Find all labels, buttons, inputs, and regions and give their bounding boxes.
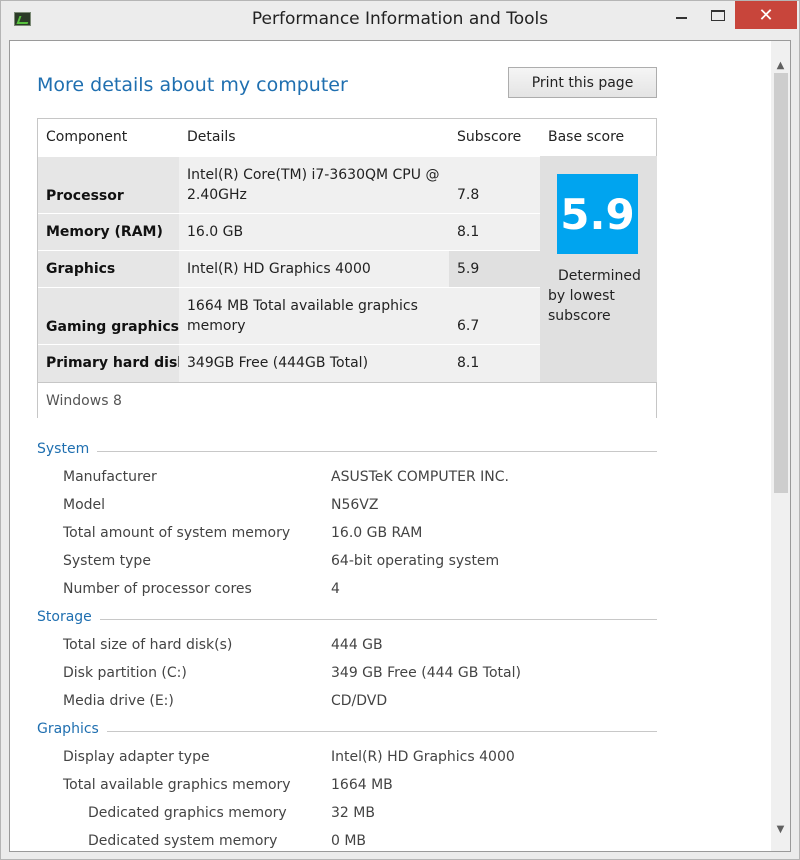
header-details: Details	[187, 129, 236, 145]
close-button[interactable]: ✕	[735, 1, 797, 29]
title-bar[interactable]: Performance Information and Tools ✕	[1, 1, 799, 39]
info-label: System type	[63, 553, 151, 569]
details-line: 2.40GHz	[187, 187, 247, 203]
component-name: Graphics	[46, 261, 116, 277]
score-table: Component Details Subscore Base score Pr…	[37, 118, 657, 418]
header-base-score: Base score	[548, 129, 625, 145]
component-name: Gaming graphics	[46, 319, 179, 335]
component-details: 16.0 GB	[179, 214, 449, 250]
content-pane: More details about my computer Print thi…	[9, 40, 791, 852]
scroll-up-arrow-icon[interactable]: ▲	[771, 55, 790, 75]
base-score-note: Determined by lowest subscore	[548, 266, 648, 326]
note-line: by lowest	[548, 288, 615, 304]
component-name: Primary hard disk	[46, 355, 187, 371]
header-component: Component	[46, 129, 128, 145]
info-value: CD/DVD	[331, 693, 388, 709]
info-label: Model	[63, 497, 106, 513]
details-line: 1664 MB Total available graphics	[187, 298, 418, 314]
component-details: 349GB Free (444GB Total)	[179, 345, 449, 382]
section-title: Storage	[37, 609, 100, 625]
header-subscore: Subscore	[457, 129, 522, 145]
info-label: Manufacturer	[63, 469, 157, 485]
info-value: 4	[331, 581, 340, 597]
scrollbar-thumb[interactable]	[774, 73, 788, 493]
info-label: Disk partition (C:)	[63, 665, 187, 681]
component-subscore: 5.9	[449, 251, 540, 287]
info-value: 16.0 GB RAM	[331, 525, 423, 541]
component-subscore: 8.1	[449, 345, 540, 382]
component-details: Intel(R) HD Graphics 4000	[179, 251, 449, 287]
print-button[interactable]: Print this page	[508, 67, 657, 98]
info-label: Display adapter type	[63, 749, 210, 765]
section-divider	[37, 451, 657, 452]
base-score-panel: 5.9 Determined by lowest subscore	[540, 156, 657, 382]
component-details: 1664 MB Total available graphics memory	[179, 288, 449, 344]
section-system: System Manufacturer ASUSTeK COMPUTER INC…	[37, 441, 657, 601]
score-row-graphics: Graphics Intel(R) HD Graphics 4000 5.9	[38, 250, 540, 287]
maximize-icon	[711, 9, 725, 21]
details-line: Intel(R) Core(TM) i7-3630QM CPU @	[187, 167, 440, 183]
info-label: Dedicated system memory	[88, 833, 278, 849]
component-subscore: 7.8	[449, 157, 540, 213]
section-graphics: Graphics Display adapter type Intel(R) H…	[37, 721, 657, 851]
component-name: Memory (RAM)	[46, 224, 163, 240]
minimize-button[interactable]	[661, 1, 701, 29]
score-row-memory: Memory (RAM) 16.0 GB 8.1	[38, 213, 540, 250]
info-value: ASUSTeK COMPUTER INC.	[331, 469, 509, 485]
info-label: Media drive (E:)	[63, 693, 174, 709]
score-row-processor: Processor Intel(R) Core(TM) i7-3630QM CP…	[38, 156, 540, 213]
info-label: Number of processor cores	[63, 581, 252, 597]
info-label: Total amount of system memory	[63, 525, 291, 541]
section-title: Graphics	[37, 721, 107, 737]
info-label: Dedicated graphics memory	[88, 805, 287, 821]
info-value: 32 MB	[331, 805, 375, 821]
scroll-down-arrow-icon[interactable]: ▼	[771, 819, 790, 839]
details-line: memory	[187, 318, 246, 334]
section-storage: Storage Total size of hard disk(s) 444 G…	[37, 609, 657, 713]
info-value: 444 GB	[331, 637, 383, 653]
info-label: Total available graphics memory	[63, 777, 291, 793]
info-label: Total size of hard disk(s)	[63, 637, 233, 653]
component-details: Intel(R) Core(TM) i7-3630QM CPU @ 2.40GH…	[179, 157, 449, 213]
base-score-tile: 5.9	[557, 174, 638, 254]
vertical-scrollbar[interactable]: ▲ ▼	[771, 41, 790, 851]
info-value: 349 GB Free (444 GB Total)	[331, 665, 521, 681]
component-name: Processor	[46, 188, 124, 204]
component-subscore: 8.1	[449, 214, 540, 250]
section-divider	[37, 619, 657, 620]
info-value: 1664 MB	[331, 777, 393, 793]
page-title: More details about my computer	[37, 74, 348, 96]
note-line: Determined	[558, 268, 641, 284]
os-name: Windows 8	[38, 382, 656, 418]
section-title: System	[37, 441, 98, 457]
info-value: N56VZ	[331, 497, 379, 513]
info-value: 64-bit operating system	[331, 553, 500, 569]
section-divider	[37, 731, 657, 732]
info-value: 0 MB	[331, 833, 367, 849]
score-row-hard-disk: Primary hard disk 349GB Free (444GB Tota…	[38, 344, 540, 382]
close-icon: ✕	[758, 4, 774, 26]
info-value: Intel(R) HD Graphics 4000	[331, 749, 515, 765]
component-subscore: 6.7	[449, 288, 540, 344]
score-row-gaming-graphics: Gaming graphics 1664 MB Total available …	[38, 287, 540, 344]
performance-window: Performance Information and Tools ✕ More…	[0, 0, 800, 860]
note-line: subscore	[548, 308, 611, 324]
maximize-button[interactable]	[701, 1, 735, 29]
minimize-icon	[675, 17, 687, 19]
